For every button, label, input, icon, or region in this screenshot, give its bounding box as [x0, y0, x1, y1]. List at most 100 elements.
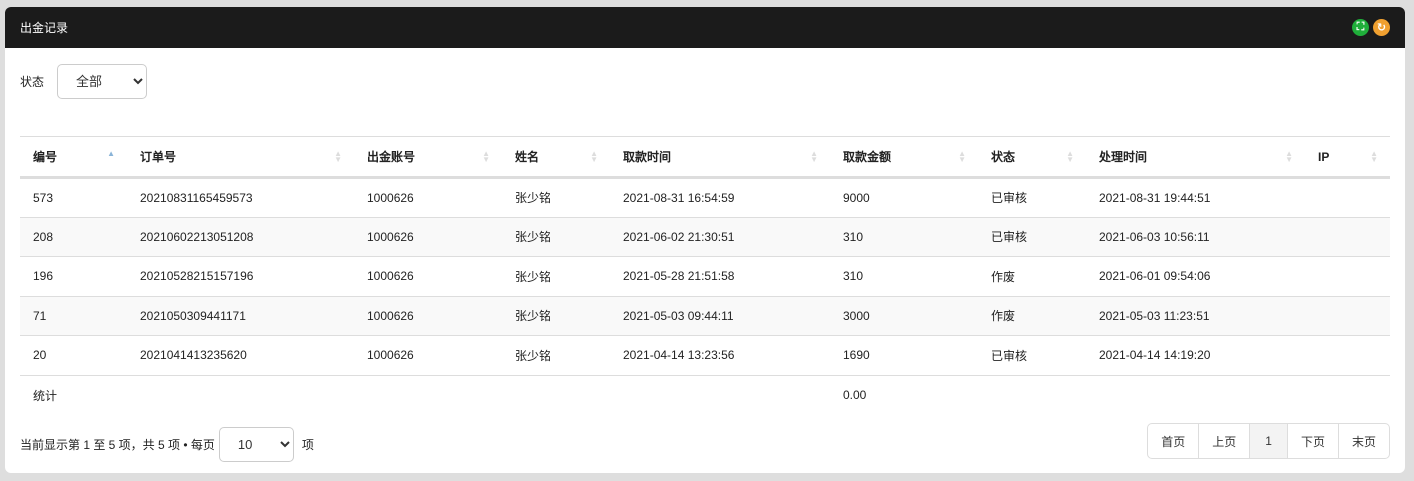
column-header[interactable]: 状态 ▲ ▼ — [978, 136, 1086, 179]
next-page-button[interactable]: 下页 — [1286, 424, 1338, 458]
table-cell: 1000626 — [354, 256, 502, 297]
sort-icon: ▲ ▼ — [590, 149, 598, 164]
table-cell: 已审核 — [978, 177, 1086, 218]
table-cell: 已审核 — [978, 335, 1086, 376]
table-cell: 1000626 — [354, 177, 502, 218]
sort-icon: ▲ ▼ — [1370, 149, 1378, 164]
table-cell: 1000626 — [354, 217, 502, 257]
table-row: 71 2021050309441171 1000626 张少铭 2021-05-03 0… — [20, 296, 1390, 336]
withdrawal-panel: 出金记录 ⛶ ↻ 状态 全部 编号 ▲ 订单号 ▲ ▼ 出金账号 ▲ ▼ 姓名 ▲ ▼ 取款时间 ▲ ▼ 取… — [5, 7, 1405, 473]
table-cell: 2021-05-28 21:51:58 — [610, 256, 830, 297]
table-cell: 1000626 — [354, 296, 502, 336]
column-header-label: 取款金额 — [843, 150, 892, 164]
table-cell: 9000 — [830, 177, 978, 218]
table-cell: 作废 — [978, 296, 1086, 336]
column-header[interactable]: 姓名 ▲ ▼ — [502, 136, 610, 179]
table-cell: 已审核 — [978, 217, 1086, 257]
table-cell — [1305, 296, 1390, 336]
table-info: 当前显示第 1 至 5 项，共 5 项 • 每页 10 项 — [20, 427, 314, 462]
column-header-label: 姓名 — [515, 150, 540, 164]
panel-title: 出金记录 — [20, 21, 69, 35]
column-header-label: 订单号 — [140, 150, 177, 164]
sort-icon: ▲ ▼ — [482, 149, 490, 164]
withdrawal-table: 编号 ▲ 订单号 ▲ ▼ 出金账号 ▲ ▼ 姓名 ▲ ▼ 取款时间 ▲ ▼ 取款金额 ▲ ▼ 状态 ▲ ▼ 处理时间 ▲ ▼… — [20, 136, 1390, 415]
table-cell: 2021-06-03 10:56:11 — [1086, 217, 1305, 257]
table-cell — [610, 375, 830, 415]
refresh-icon[interactable]: ↻ — [1373, 19, 1390, 36]
info-text: 当前显示第 1 至 5 项，共 5 项 • 每页 — [20, 438, 215, 452]
table-cell — [354, 375, 502, 415]
table-row: 20 2021041413235620 1000626 张少铭 2021-04-14 1… — [20, 335, 1390, 376]
table-cell — [502, 375, 610, 415]
column-header-label: 状态 — [991, 150, 1016, 164]
table-cell: 作废 — [978, 256, 1086, 297]
table-cell — [1305, 217, 1390, 257]
table-row: 196 20210528215157196 1000626 张少铭 2021-05-28… — [20, 256, 1390, 297]
first-page-button[interactable]: 首页 — [1148, 424, 1198, 458]
table-cell: 2021-05-03 11:23:51 — [1086, 296, 1305, 336]
table-cell: 1000626 — [354, 335, 502, 376]
column-header[interactable]: 取款金额 ▲ ▼ — [830, 136, 978, 179]
table-cell: 3000 — [830, 296, 978, 336]
column-header[interactable]: 出金账号 ▲ ▼ — [354, 136, 502, 179]
table-cell: 20210602213051208 — [127, 217, 354, 257]
column-header[interactable]: 处理时间 ▲ ▼ — [1086, 136, 1305, 179]
table-cell — [978, 375, 1086, 415]
sort-icon: ▲ ▼ — [810, 149, 818, 164]
table-cell — [1305, 375, 1390, 415]
summary-row: 统计 0.00 — [20, 375, 1390, 415]
table-cell — [1305, 177, 1390, 218]
table-cell: 310 — [830, 256, 978, 297]
table-cell: 196 — [20, 256, 127, 297]
table-cell: 张少铭 — [502, 177, 610, 218]
table-cell: 208 — [20, 217, 127, 257]
last-page-button[interactable]: 末页 — [1337, 424, 1389, 458]
table-cell: 573 — [20, 177, 127, 218]
sort-asc-icon: ▲ — [107, 149, 115, 158]
table-cell: 张少铭 — [502, 335, 610, 376]
panel-header: 出金记录 ⛶ ↻ — [5, 7, 1405, 48]
page-size-select[interactable]: 10 — [218, 427, 294, 462]
column-header-label: 处理时间 — [1099, 150, 1148, 164]
table-cell: 2021-08-31 16:54:59 — [610, 177, 830, 218]
sort-icon: ▲ ▼ — [1285, 149, 1293, 164]
table-cell: 20210831165459573 — [127, 177, 354, 218]
table-cell: 2021041413235620 — [127, 335, 354, 376]
column-header-label: 出金账号 — [367, 150, 416, 164]
sort-icon: ▲ ▼ — [958, 149, 966, 164]
column-header-label: IP — [1318, 149, 1330, 164]
table-cell: 张少铭 — [502, 217, 610, 257]
sort-icon: ▲ ▼ — [1066, 149, 1074, 164]
column-header[interactable]: 订单号 ▲ ▼ — [127, 136, 354, 179]
status-select[interactable]: 全部 — [57, 64, 148, 99]
pagination: 首页 上页 1 下页 末页 — [1147, 423, 1390, 459]
table-cell: 2021-04-14 14:19:20 — [1086, 335, 1305, 376]
table-cell — [1305, 335, 1390, 376]
prev-page-button[interactable]: 上页 — [1198, 424, 1249, 458]
table-cell: 2021050309441171 — [127, 296, 354, 336]
table-cell: 20 — [20, 335, 127, 376]
table-cell: 2021-08-31 19:44:51 — [1086, 177, 1305, 218]
table-cell: 2021-06-02 21:30:51 — [610, 217, 830, 257]
status-filter-label: 状态 — [20, 75, 45, 89]
column-header[interactable]: IP ▲ ▼ — [1305, 136, 1390, 179]
column-header[interactable]: 编号 ▲ — [20, 136, 127, 179]
table-cell: 71 — [20, 296, 127, 336]
table-cell: 1690 — [830, 335, 978, 376]
table-cell: 2021-04-14 13:23:56 — [610, 335, 830, 376]
summary-amount: 0.00 — [843, 388, 867, 402]
table-cell: 20210528215157196 — [127, 256, 354, 297]
table-cell — [1305, 256, 1390, 297]
table-cell — [1086, 375, 1305, 415]
table-row: 208 20210602213051208 1000626 张少铭 2021-06-02… — [20, 217, 1390, 257]
fullscreen-icon[interactable]: ⛶ — [1352, 19, 1369, 36]
column-header-label: 取款时间 — [623, 150, 672, 164]
table-cell: 张少铭 — [502, 256, 610, 297]
table-cell: 张少铭 — [502, 296, 610, 336]
column-header-label: 编号 — [33, 150, 58, 164]
table-cell: 2021-06-01 09:54:06 — [1086, 256, 1305, 297]
status-filter: 状态 全部 — [20, 64, 148, 99]
page-1-button[interactable]: 1 — [1249, 424, 1287, 458]
table-cell: 310 — [830, 217, 978, 257]
column-header[interactable]: 取款时间 ▲ ▼ — [610, 136, 830, 179]
